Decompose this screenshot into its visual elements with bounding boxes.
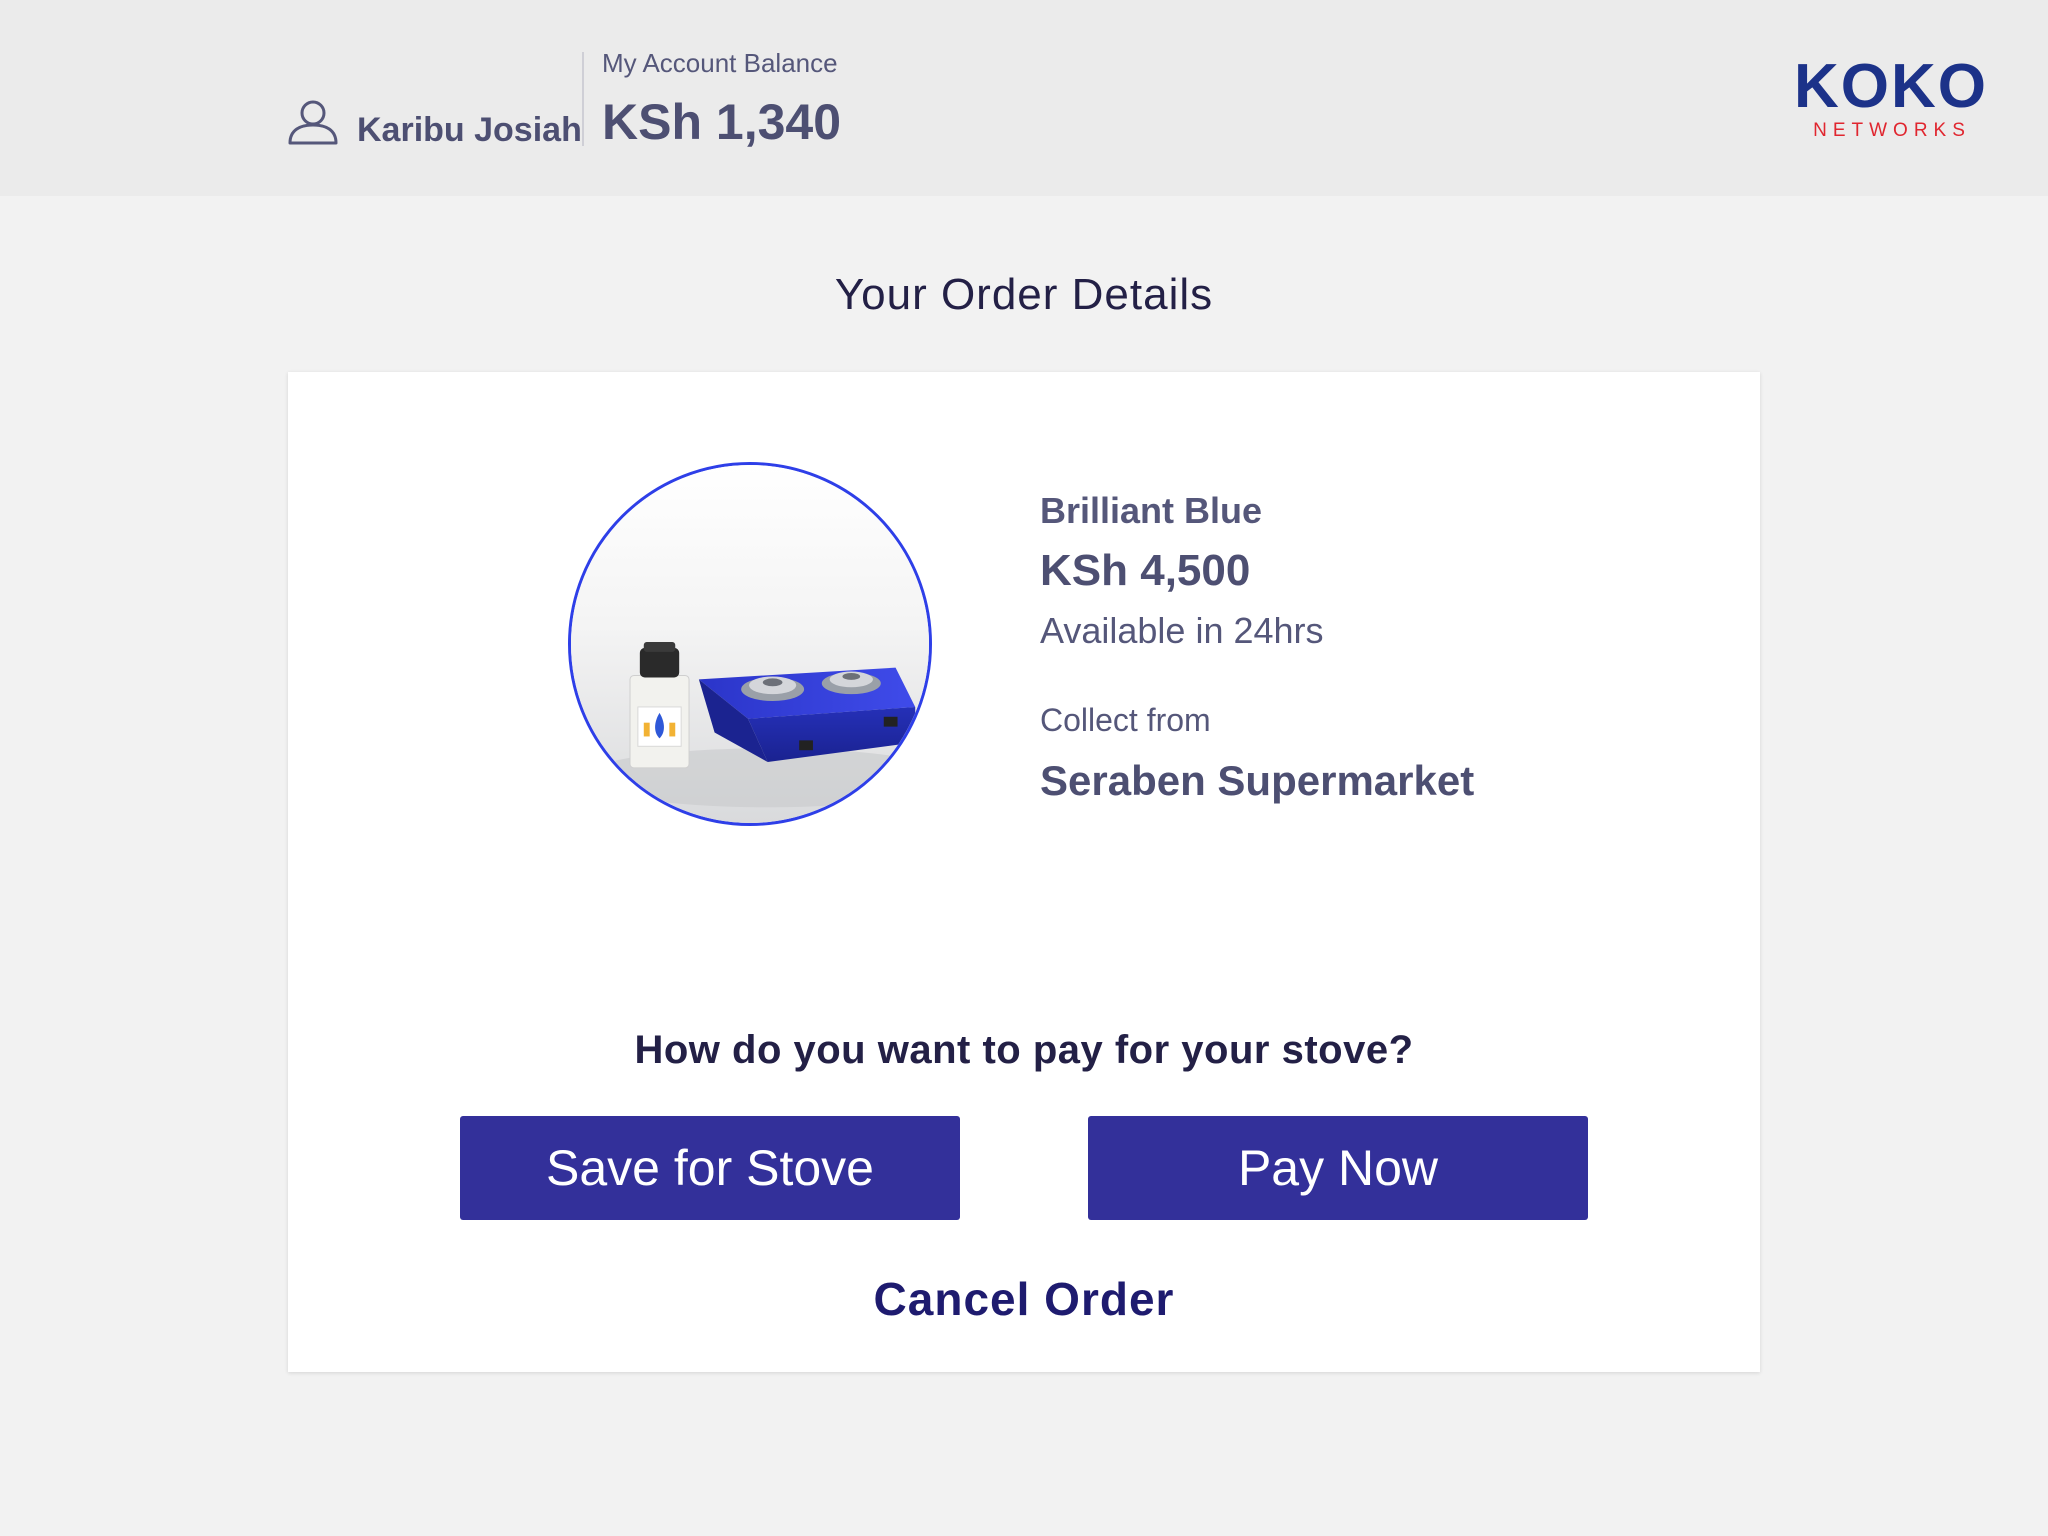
top-header: Karibu Josiah My Account Balance KSh 1,3… [0,0,2048,196]
cancel-order-link[interactable]: Cancel Order [288,1272,1760,1326]
save-for-stove-button[interactable]: Save for Stove [460,1116,960,1220]
balance-value: KSh 1,340 [602,94,842,150]
user-name: Karibu Josiah [357,110,582,149]
collect-label: Collect from [1040,702,1211,738]
user-icon [288,100,338,145]
pay-now-button[interactable]: Pay Now [1088,1116,1588,1220]
collect-location: Seraben Supermarket [1040,757,1475,804]
account-balance: My Account Balance KSh 1,340 [602,48,841,151]
product-price: KSh 4,500 [1040,546,1251,595]
stove-product-image [568,462,932,826]
user-profile[interactable]: Karibu Josiah [287,98,582,149]
header-divider [582,52,584,146]
order-info: Brilliant Blue KSh 4,500 Available in 24… [1040,490,1474,805]
page-title: Your Order Details [834,270,1214,319]
balance-label: My Account Balance [602,48,838,78]
order-details-card: Brilliant Blue KSh 4,500 Available in 24… [288,372,1760,1372]
payment-question: How do you want to pay for your stove? [634,1028,1414,1072]
logo-main-text: KOKO [1794,52,1988,121]
availability-text: Available in 24hrs [1040,610,1324,651]
koko-networks-logo: KOKO NETWORKS [1794,52,1988,142]
stove-illustration [571,465,929,823]
product-name: Brilliant Blue [1040,490,1263,531]
logo-sub-text: NETWORKS [1813,120,1971,141]
